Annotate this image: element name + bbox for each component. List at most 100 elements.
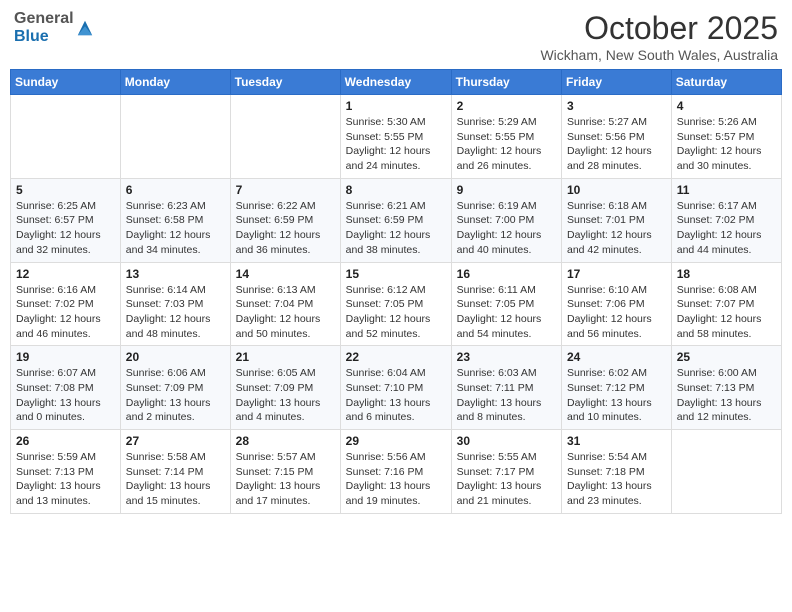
calendar-cell: 23Sunrise: 6:03 AM Sunset: 7:11 PM Dayli…	[451, 346, 561, 430]
page-header: General Blue October 2025 Wickham, New S…	[10, 10, 782, 63]
calendar-cell: 18 Sunrise: 6:08 AM Sunset: 7:07 PM Dayli…	[671, 262, 781, 346]
day-number: 4	[677, 99, 776, 113]
day-number: 26	[16, 434, 115, 448]
day-number: 6	[126, 183, 225, 197]
logo: General Blue	[14, 10, 94, 45]
calendar-week-row: 26 Sunrise: 5:59 AM Sunset: 7:13 PM Dayli…	[11, 430, 782, 514]
day-number: 14	[236, 267, 335, 281]
calendar-week-row: 5 Sunrise: 6:25 AM Sunset: 6:57 PM Daylig…	[11, 178, 782, 262]
day-number: 18	[677, 267, 776, 281]
cell-info: Sunrise: 6:07 AM Sunset: 7:08 PM Dayligh…	[16, 366, 115, 425]
calendar-cell: 28 Sunrise: 5:57 AM Sunset: 7:15 PM Dayli…	[230, 430, 340, 514]
day-number: 27	[126, 434, 225, 448]
day-number: 5	[16, 183, 115, 197]
cell-info: Sunrise: 5:26 AM Sunset: 5:57 PM Dayligh…	[677, 115, 776, 174]
calendar-cell: 20Sunrise: 6:06 AM Sunset: 7:09 PM Dayli…	[120, 346, 230, 430]
calendar-cell	[120, 95, 230, 179]
logo-blue: Blue	[14, 28, 74, 46]
cell-info: Sunrise: 6:00 AM Sunset: 7:13 PM Dayligh…	[677, 366, 776, 425]
day-number: 17	[567, 267, 666, 281]
calendar-cell: 27 Sunrise: 5:58 AM Sunset: 7:14 PM Dayli…	[120, 430, 230, 514]
cell-info: Sunrise: 6:17 AM Sunset: 7:02 PM Dayligh…	[677, 199, 776, 258]
cell-info: Sunrise: 6:14 AM Sunset: 7:03 PM Dayligh…	[126, 283, 225, 342]
cell-info: Sunrise: 6:08 AM Sunset: 7:07 PM Dayligh…	[677, 283, 776, 342]
cell-info: Sunrise: 5:30 AM Sunset: 5:55 PM Dayligh…	[346, 115, 446, 174]
location: Wickham, New South Wales, Australia	[540, 47, 778, 63]
cell-info: Sunrise: 6:02 AM Sunset: 7:12 PM Dayligh…	[567, 366, 666, 425]
calendar-cell	[11, 95, 121, 179]
day-number: 23	[457, 350, 556, 364]
calendar-cell: 7 Sunrise: 6:22 AM Sunset: 6:59 PM Daylig…	[230, 178, 340, 262]
day-number: 11	[677, 183, 776, 197]
cell-info: Sunrise: 6:12 AM Sunset: 7:05 PM Dayligh…	[346, 283, 446, 342]
cell-info: Sunrise: 6:11 AM Sunset: 7:05 PM Dayligh…	[457, 283, 556, 342]
cell-info: Sunrise: 5:29 AM Sunset: 5:55 PM Dayligh…	[457, 115, 556, 174]
day-number: 8	[346, 183, 446, 197]
day-number: 22	[346, 350, 446, 364]
cell-info: Sunrise: 6:13 AM Sunset: 7:04 PM Dayligh…	[236, 283, 335, 342]
day-number: 15	[346, 267, 446, 281]
day-number: 19	[16, 350, 115, 364]
cell-info: Sunrise: 6:04 AM Sunset: 7:10 PM Dayligh…	[346, 366, 446, 425]
day-number: 2	[457, 99, 556, 113]
calendar-cell: 3Sunrise: 5:27 AM Sunset: 5:56 PM Daylig…	[562, 95, 672, 179]
month-title: October 2025	[540, 10, 778, 47]
calendar-cell: 6 Sunrise: 6:23 AM Sunset: 6:58 PM Daylig…	[120, 178, 230, 262]
cell-info: Sunrise: 5:55 AM Sunset: 7:17 PM Dayligh…	[457, 450, 556, 509]
calendar-cell: 19 Sunrise: 6:07 AM Sunset: 7:08 PM Dayli…	[11, 346, 121, 430]
calendar-cell: 30 Sunrise: 5:55 AM Sunset: 7:17 PM Dayli…	[451, 430, 561, 514]
cell-info: Sunrise: 6:25 AM Sunset: 6:57 PM Dayligh…	[16, 199, 115, 258]
calendar-cell: 25Sunrise: 6:00 AM Sunset: 7:13 PM Dayli…	[671, 346, 781, 430]
calendar-cell: 17Sunrise: 6:10 AM Sunset: 7:06 PM Dayli…	[562, 262, 672, 346]
calendar-week-row: 19 Sunrise: 6:07 AM Sunset: 7:08 PM Dayli…	[11, 346, 782, 430]
calendar-table: SundayMondayTuesdayWednesdayThursdayFrid…	[10, 69, 782, 514]
day-number: 30	[457, 434, 556, 448]
cell-info: Sunrise: 5:54 AM Sunset: 7:18 PM Dayligh…	[567, 450, 666, 509]
calendar-cell: 12 Sunrise: 6:16 AM Sunset: 7:02 PM Dayli…	[11, 262, 121, 346]
cell-info: Sunrise: 6:22 AM Sunset: 6:59 PM Dayligh…	[236, 199, 335, 258]
logo-general: General	[14, 10, 74, 28]
calendar-week-row: 1 Sunrise: 5:30 AM Sunset: 5:55 PM Daylig…	[11, 95, 782, 179]
weekday-header-tuesday: Tuesday	[230, 70, 340, 95]
day-number: 21	[236, 350, 335, 364]
calendar-cell: 5 Sunrise: 6:25 AM Sunset: 6:57 PM Daylig…	[11, 178, 121, 262]
cell-info: Sunrise: 6:16 AM Sunset: 7:02 PM Dayligh…	[16, 283, 115, 342]
title-section: October 2025 Wickham, New South Wales, A…	[540, 10, 778, 63]
day-number: 9	[457, 183, 556, 197]
cell-info: Sunrise: 6:23 AM Sunset: 6:58 PM Dayligh…	[126, 199, 225, 258]
calendar-cell: 29Sunrise: 5:56 AM Sunset: 7:16 PM Dayli…	[340, 430, 451, 514]
cell-info: Sunrise: 6:21 AM Sunset: 6:59 PM Dayligh…	[346, 199, 446, 258]
day-number: 12	[16, 267, 115, 281]
day-number: 28	[236, 434, 335, 448]
calendar-cell: 4 Sunrise: 5:26 AM Sunset: 5:57 PM Daylig…	[671, 95, 781, 179]
weekday-header-row: SundayMondayTuesdayWednesdayThursdayFrid…	[11, 70, 782, 95]
calendar-cell: 9Sunrise: 6:19 AM Sunset: 7:00 PM Daylig…	[451, 178, 561, 262]
calendar-cell: 22 Sunrise: 6:04 AM Sunset: 7:10 PM Dayli…	[340, 346, 451, 430]
day-number: 31	[567, 434, 666, 448]
day-number: 1	[346, 99, 446, 113]
cell-info: Sunrise: 5:58 AM Sunset: 7:14 PM Dayligh…	[126, 450, 225, 509]
day-number: 13	[126, 267, 225, 281]
weekday-header-sunday: Sunday	[11, 70, 121, 95]
cell-info: Sunrise: 5:59 AM Sunset: 7:13 PM Dayligh…	[16, 450, 115, 509]
cell-info: Sunrise: 6:06 AM Sunset: 7:09 PM Dayligh…	[126, 366, 225, 425]
weekday-header-wednesday: Wednesday	[340, 70, 451, 95]
calendar-cell: 2 Sunrise: 5:29 AM Sunset: 5:55 PM Daylig…	[451, 95, 561, 179]
calendar-cell: 26 Sunrise: 5:59 AM Sunset: 7:13 PM Dayli…	[11, 430, 121, 514]
calendar-cell: 8 Sunrise: 6:21 AM Sunset: 6:59 PM Daylig…	[340, 178, 451, 262]
calendar-cell: 10Sunrise: 6:18 AM Sunset: 7:01 PM Dayli…	[562, 178, 672, 262]
calendar-cell: 13 Sunrise: 6:14 AM Sunset: 7:03 PM Dayli…	[120, 262, 230, 346]
day-number: 29	[346, 434, 446, 448]
calendar-cell: 31 Sunrise: 5:54 AM Sunset: 7:18 PM Dayli…	[562, 430, 672, 514]
calendar-cell: 15 Sunrise: 6:12 AM Sunset: 7:05 PM Dayli…	[340, 262, 451, 346]
cell-info: Sunrise: 6:05 AM Sunset: 7:09 PM Dayligh…	[236, 366, 335, 425]
calendar-cell: 11 Sunrise: 6:17 AM Sunset: 7:02 PM Dayli…	[671, 178, 781, 262]
calendar-cell: 24 Sunrise: 6:02 AM Sunset: 7:12 PM Dayli…	[562, 346, 672, 430]
weekday-header-monday: Monday	[120, 70, 230, 95]
logo-icon	[76, 19, 94, 37]
calendar-cell: 21 Sunrise: 6:05 AM Sunset: 7:09 PM Dayli…	[230, 346, 340, 430]
calendar-cell: 16Sunrise: 6:11 AM Sunset: 7:05 PM Dayli…	[451, 262, 561, 346]
cell-info: Sunrise: 5:57 AM Sunset: 7:15 PM Dayligh…	[236, 450, 335, 509]
day-number: 7	[236, 183, 335, 197]
day-number: 24	[567, 350, 666, 364]
